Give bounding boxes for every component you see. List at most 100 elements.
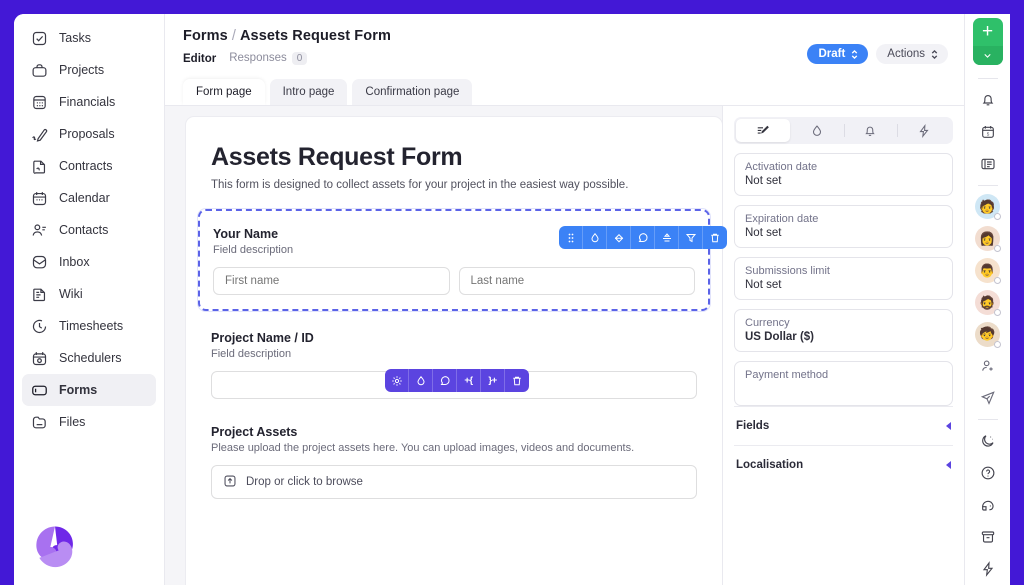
rail-darkmode-button[interactable] — [973, 426, 1003, 456]
responses-count: 0 — [291, 52, 308, 65]
field-block-project-assets[interactable]: Project Assets Please upload the project… — [211, 425, 697, 499]
breadcrumb-root[interactable]: Forms — [183, 28, 228, 44]
tab-intro-page[interactable]: Intro page — [269, 79, 348, 105]
chevron-updown-icon — [852, 49, 858, 59]
property-key: Expiration date — [745, 213, 819, 225]
panel-tab-settings[interactable] — [736, 119, 790, 142]
section-localisation[interactable]: Localisation — [734, 445, 953, 484]
rail-archive-button[interactable] — [973, 522, 1003, 552]
upload-person-icon[interactable] — [655, 226, 679, 249]
rail-invite-button[interactable] — [973, 351, 1003, 381]
paint-bucket-icon[interactable] — [607, 226, 631, 249]
subtab-responses-label: Responses — [229, 52, 287, 64]
first-name-input[interactable] — [213, 267, 450, 295]
section-title: Localisation — [736, 459, 804, 471]
page-tabs: Form page Intro page Confirmation page — [165, 65, 964, 105]
panel-tab-theme[interactable] — [790, 119, 844, 142]
insert-before-icon[interactable]: +{ — [457, 369, 481, 392]
avatar[interactable]: 🧔 — [973, 288, 1003, 318]
property-activation-date[interactable]: Activation date Not set — [734, 153, 953, 196]
sidebar-item-files[interactable]: Files — [22, 406, 156, 438]
panel-tab-automations[interactable] — [897, 119, 951, 142]
sidebar-item-inbox[interactable]: Inbox — [22, 246, 156, 278]
upload-icon — [223, 474, 237, 491]
tab-confirmation-page[interactable]: Confirmation page — [352, 79, 473, 105]
file-dropzone[interactable]: Drop or click to browse — [211, 465, 697, 499]
presence-dot — [994, 213, 1001, 221]
sidebar-item-timesheets[interactable]: Timesheets — [22, 310, 156, 342]
avatar-glyph: 👨 — [979, 262, 996, 278]
section-fields[interactable]: Fields — [734, 406, 953, 445]
field-block-your-name[interactable]: Your Name Field description — [198, 209, 710, 311]
rail-automations-button[interactable] — [973, 554, 1003, 584]
status-badge[interactable]: Draft — [807, 44, 869, 64]
sidebar-item-label: Inbox — [59, 255, 90, 269]
avatar[interactable]: 🧑 — [973, 192, 1003, 222]
sidebar-item-contacts[interactable]: Contacts — [22, 214, 156, 246]
property-payment-method[interactable]: Payment method — [734, 361, 953, 406]
rail-notifications-button[interactable] — [973, 85, 1003, 115]
field-label: Project Name / ID — [211, 331, 314, 345]
field-description: Please upload the project assets here. Y… — [211, 442, 635, 454]
property-currency[interactable]: Currency US Dollar ($) — [734, 309, 953, 352]
comment-icon[interactable] — [433, 369, 457, 392]
subtab-responses[interactable]: Responses 0 — [229, 52, 308, 65]
last-name-input[interactable] — [458, 267, 695, 295]
sidebar-item-label: Forms — [59, 383, 98, 397]
rail-send-button[interactable] — [973, 383, 1003, 413]
form-floating-toolbar — [559, 226, 727, 249]
presence-dot — [994, 309, 1001, 316]
funnel-icon[interactable] — [679, 226, 703, 249]
actions-button[interactable]: Actions — [876, 44, 948, 64]
rail-support-button[interactable] — [973, 490, 1003, 520]
property-value — [745, 383, 942, 397]
rail-news-button[interactable] — [973, 149, 1003, 179]
actions-button-label: Actions — [887, 48, 925, 60]
add-dropdown-button[interactable] — [972, 45, 1003, 65]
insert-after-icon[interactable]: }+ — [481, 369, 505, 392]
add-button[interactable]: + — [973, 18, 1003, 46]
rail-calendar-button[interactable]: 5 — [973, 117, 1003, 147]
sidebar-item-wiki[interactable]: Wiki — [22, 278, 156, 310]
dropzone-label: Drop or click to browse — [246, 476, 363, 488]
sidebar-item-calendar[interactable]: Calendar — [22, 182, 156, 214]
app-logo — [27, 522, 83, 578]
sidebar-item-forms[interactable]: Forms — [22, 374, 156, 406]
trash-icon[interactable] — [703, 226, 727, 249]
subtab-editor[interactable]: Editor — [183, 53, 216, 65]
gear-icon[interactable] — [385, 369, 409, 392]
rail-help-button[interactable] — [973, 458, 1003, 488]
avatar[interactable]: 🧒 — [973, 319, 1003, 349]
sidebar-item-contracts[interactable]: Contracts — [22, 150, 156, 182]
droplet-icon[interactable] — [583, 226, 607, 249]
rail-divider — [977, 419, 998, 421]
calendar-icon — [31, 190, 48, 207]
drag-handle-icon[interactable] — [559, 226, 583, 249]
comment-icon[interactable] — [631, 226, 655, 249]
app-window: Tasks Projects Financials Proposals Cont… — [14, 14, 1010, 585]
sidebar-item-label: Projects — [59, 63, 105, 77]
droplet-icon[interactable] — [409, 369, 433, 392]
avatar-glyph: 🧔 — [979, 294, 996, 310]
trash-icon[interactable] — [505, 369, 529, 392]
sidebar-item-proposals[interactable]: Proposals — [22, 118, 156, 150]
tab-form-page[interactable]: Form page — [183, 79, 265, 105]
property-submissions-limit[interactable]: Submissions limit Not set — [734, 257, 953, 300]
property-key: Activation date — [745, 161, 818, 173]
breadcrumb: Forms / Assets Request Form — [183, 28, 946, 44]
panel-tab-notifications[interactable] — [843, 119, 898, 142]
rail-divider — [977, 184, 998, 186]
property-value: US Dollar ($) — [745, 331, 815, 343]
property-expiration-date[interactable]: Expiration date Not set — [734, 205, 953, 248]
avatar[interactable]: 👨 — [973, 256, 1003, 286]
sidebar-item-financials[interactable]: Financials — [22, 86, 156, 118]
sidebar-item-tasks[interactable]: Tasks — [22, 22, 156, 54]
sidebar-item-projects[interactable]: Projects — [22, 54, 156, 86]
form-canvas: Assets Request Form This form is designe… — [186, 117, 722, 585]
sidebar-item-label: Financials — [59, 95, 116, 109]
avatar[interactable]: 👩 — [973, 224, 1003, 254]
inbox-icon — [31, 254, 48, 271]
checkbox-icon — [31, 30, 48, 47]
book-icon — [31, 286, 48, 303]
sidebar-item-schedulers[interactable]: Schedulers — [22, 342, 156, 374]
